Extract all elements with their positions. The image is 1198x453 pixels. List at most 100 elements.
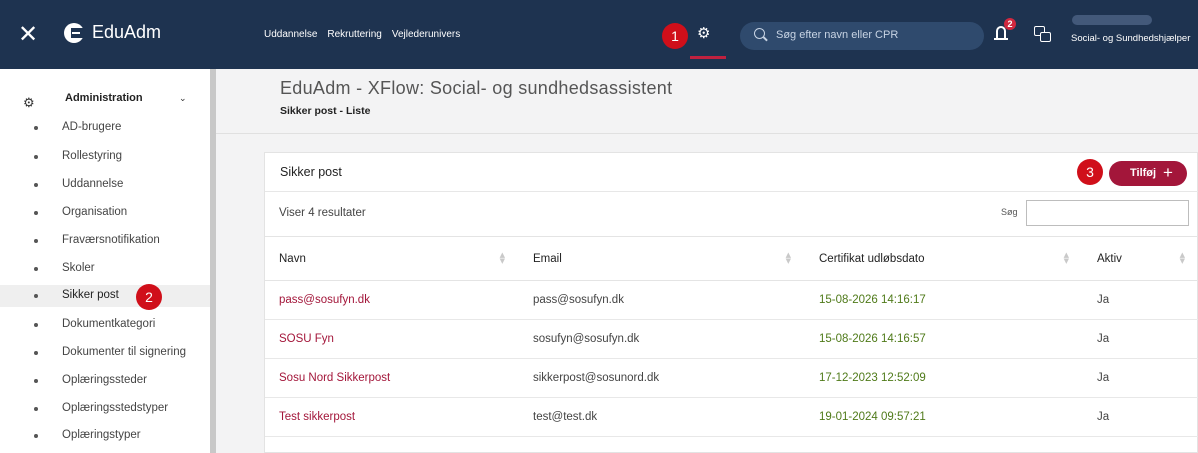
sidebar-item-dokumenter-til-signering[interactable]: Dokumenter til signering <box>0 342 210 364</box>
row-name-link[interactable]: Sosu Nord Sikkerpost <box>279 372 390 384</box>
sidebar-item-dokumentkategori[interactable]: Dokumentkategori <box>0 314 210 336</box>
column-header-navn[interactable]: Navn ▲ ▼ <box>265 236 519 281</box>
top-nav: Uddannelse Rekruttering Vejlederunivers <box>264 29 460 40</box>
sidebar-item-organisation[interactable]: Organisation <box>0 202 210 224</box>
column-header-label: Navn <box>279 252 306 265</box>
search-icon <box>754 28 765 39</box>
column-header-label: Certifikat udløbsdato <box>819 252 925 265</box>
row-email: pass@sosufyn.dk <box>533 294 624 306</box>
row-active: Ja <box>1097 333 1110 345</box>
result-count: Viser 4 resultater <box>279 207 366 219</box>
eduadm-logo-icon <box>64 23 84 43</box>
sidebar-item-label: Oplæringsstedstyper <box>62 402 169 414</box>
search-placeholder: Søg efter navn eller CPR <box>776 29 899 41</box>
bullet-icon <box>34 267 38 271</box>
sidebar-item-sikker-post[interactable]: Sikker post <box>0 285 210 307</box>
sidebar-item-skoler[interactable]: Skoler <box>0 258 210 280</box>
sidebar-item-label: Oplæringstyper <box>62 429 141 441</box>
column-header-email[interactable]: Email ▲ ▼ <box>519 236 805 281</box>
sidebar-item-fravaersnotifikation[interactable]: Fraværsnotifikation <box>0 230 210 252</box>
table-search-input[interactable] <box>1026 200 1189 226</box>
admin-settings-icon[interactable]: ⚙ <box>697 24 710 42</box>
sidebar-item-oplaeringssteder[interactable]: Oplæringssteder <box>0 370 210 392</box>
annotation-marker-2: 2 <box>136 284 162 310</box>
plus-icon: + <box>1163 163 1173 182</box>
divider <box>265 191 1198 192</box>
add-button[interactable]: Tilføj + <box>1109 161 1187 186</box>
sidebar-item-label: Uddannelse <box>62 178 124 190</box>
row-email: sikkerpost@sosunord.dk <box>533 372 660 384</box>
sidebar-section-administration[interactable]: Administration <box>65 92 143 104</box>
user-name-redacted <box>1072 15 1152 25</box>
sidebar-item-label: Rollestyring <box>62 150 123 162</box>
page-title: EduAdm - XFlow: Social- og sundhedsassis… <box>280 78 673 98</box>
sort-icon: ▲ ▼ <box>499 251 505 265</box>
sidebar-item-label: Skoler <box>62 262 95 274</box>
column-header-certifikat[interactable]: Certifikat udløbsdato ▲ ▼ <box>805 236 1083 281</box>
column-header-aktiv[interactable]: Aktiv ▲ ▼ <box>1083 236 1198 281</box>
row-email: test@test.dk <box>533 411 598 423</box>
divider <box>216 133 1198 134</box>
bullet-icon <box>34 351 38 355</box>
row-active: Ja <box>1097 372 1110 384</box>
sidebar-item-label: Dokumenter til signering <box>62 346 187 358</box>
row-email: sosufyn@sosufyn.dk <box>533 333 640 345</box>
sidebar-item-label: AD-brugere <box>62 121 122 133</box>
sidebar-scrollbar[interactable] <box>210 69 216 453</box>
search-input[interactable]: Søg efter navn eller CPR <box>740 22 984 50</box>
bullet-icon <box>34 379 38 383</box>
table-row[interactable]: pass@sosufyn.dk pass@sosufyn.dk 15-08-20… <box>265 280 1198 320</box>
sikker-post-card: Sikker post Tilføj + Viser 4 resultater … <box>264 152 1198 453</box>
breadcrumb: Sikker post - Liste <box>280 105 371 117</box>
row-cert-date: 15-08-2026 14:16:17 <box>819 294 926 306</box>
admin-active-indicator <box>690 56 726 59</box>
sidebar-item-ad-brugere[interactable]: AD-brugere <box>0 117 210 139</box>
bullet-icon <box>34 323 38 327</box>
row-cert-date: 17-12-2023 12:52:09 <box>819 372 926 384</box>
messages-icon[interactable] <box>1034 26 1051 42</box>
brand-name[interactable]: EduAdm <box>92 22 161 43</box>
nav-uddannelse[interactable]: Uddannelse <box>264 29 317 40</box>
row-cert-date: 15-08-2026 14:16:57 <box>819 333 926 345</box>
table-row[interactable]: SOSU Fyn sosufyn@sosufyn.dk 15-08-2026 1… <box>265 319 1198 359</box>
row-name-link[interactable]: SOSU Fyn <box>279 333 334 345</box>
sidebar-item-oplaeringstyper[interactable]: Oplæringstyper <box>0 425 210 447</box>
top-bar: ✕ EduAdm Uddannelse Rekruttering Vejlede… <box>0 0 1198 69</box>
row-cert-date: 19-01-2024 09:57:21 <box>819 411 926 423</box>
administration-gear-icon: ⚙ <box>23 95 35 110</box>
nav-rekruttering[interactable]: Rekruttering <box>327 29 381 40</box>
sidebar-item-label: Organisation <box>62 206 128 218</box>
sidebar-item-oplaeringsstedstyper[interactable]: Oplæringsstedstyper <box>0 398 210 420</box>
row-name-link[interactable]: pass@sosufyn.dk <box>279 294 370 306</box>
bullet-icon <box>34 434 38 438</box>
sikker-post-table: Navn ▲ ▼ Email ▲ ▼ Certifikat udløbsdato ▲ ▼ A… <box>265 236 1198 437</box>
bullet-icon <box>34 239 38 243</box>
column-header-label: Aktiv <box>1097 252 1122 265</box>
sidebar-item-label: Dokumentkategori <box>62 318 156 330</box>
user-role[interactable]: Social- og Sundhedshjælper <box>1071 33 1190 44</box>
column-header-label: Email <box>533 252 562 265</box>
sidebar-item-uddannelse[interactable]: Uddannelse <box>0 174 210 196</box>
sidebar-item-label: Oplæringssteder <box>62 374 148 386</box>
annotation-marker-3: 3 <box>1077 159 1103 185</box>
table-search-label: Søg <box>1001 207 1018 217</box>
card-title: Sikker post <box>280 165 342 179</box>
sort-icon: ▲ ▼ <box>1063 251 1069 265</box>
bullet-icon <box>34 183 38 187</box>
bullet-icon <box>34 155 38 159</box>
bullet-icon <box>34 211 38 215</box>
close-icon[interactable]: ✕ <box>18 22 38 46</box>
table-row[interactable]: Sosu Nord Sikkerpost sikkerpost@sosunord… <box>265 358 1198 398</box>
notification-badge: 2 <box>1004 18 1016 30</box>
sort-icon: ▲ ▼ <box>1179 251 1185 265</box>
row-name-link[interactable]: Test sikkerpost <box>279 411 355 423</box>
nav-vejlederunivers[interactable]: Vejlederunivers <box>392 29 460 40</box>
bullet-icon <box>34 126 38 130</box>
table-row[interactable]: Test sikkerpost test@test.dk 19-01-2024 … <box>265 397 1198 437</box>
chevron-down-icon[interactable]: ⌄ <box>179 93 187 104</box>
row-active: Ja <box>1097 411 1110 423</box>
bullet-icon <box>34 294 38 298</box>
sidebar-item-rollestyring[interactable]: Rollestyring <box>0 146 210 168</box>
add-button-label: Tilføj <box>1130 167 1157 179</box>
sidebar-item-label: Sikker post <box>62 289 119 301</box>
